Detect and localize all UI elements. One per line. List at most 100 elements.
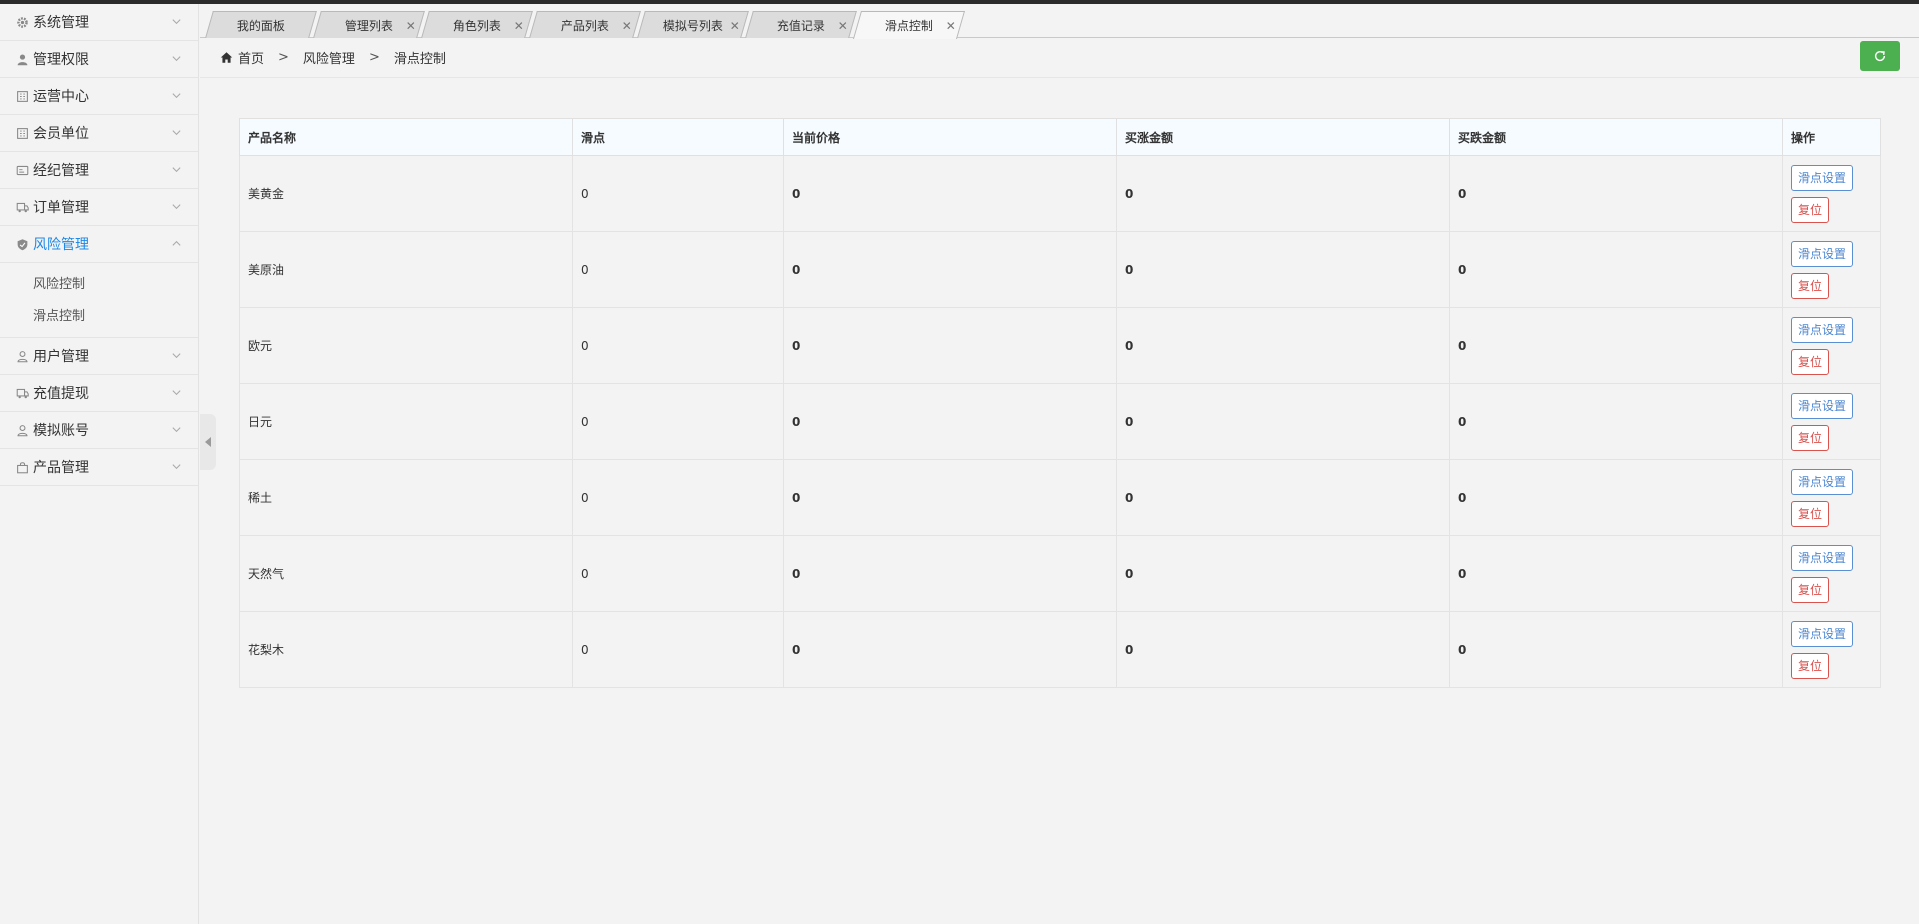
cell-product-name: 美原油 — [239, 231, 573, 308]
tab-recharge-records[interactable]: 充值记录 ✕ — [745, 11, 857, 38]
slippage-settings-button[interactable]: 滑点设置 — [1791, 620, 1854, 647]
sidebar-item-label: 订单管理 — [33, 200, 89, 216]
chevron-down-icon — [172, 464, 181, 470]
chevron-down-icon — [172, 353, 181, 359]
breadcrumb-home[interactable]: 首页 — [238, 48, 264, 67]
cell-slippage: 0 — [572, 611, 784, 688]
submenu-item-slippage-control[interactable]: 滑点控制 — [0, 301, 198, 333]
close-icon[interactable]: ✕ — [838, 19, 848, 33]
tab-slippage-control[interactable]: 滑点控制 ✕ — [852, 11, 966, 39]
sidebar-item-member-units[interactable]: 会员单位 — [0, 115, 198, 152]
reset-button[interactable]: 复位 — [1791, 500, 1830, 527]
table-row: 欧元 0 0 0 0 滑点设置 复位 — [239, 307, 1881, 384]
cell-slippage: 0 — [572, 459, 784, 536]
sidebar-item-permissions[interactable]: 管理权限 — [0, 41, 198, 78]
risk-submenu: 风险控制 滑点控制 — [0, 263, 198, 338]
sidebar-item-products[interactable]: 产品管理 — [0, 449, 198, 486]
reset-button[interactable]: 复位 — [1791, 576, 1830, 603]
cell-slippage: 0 — [572, 155, 784, 232]
slippage-settings-button[interactable]: 滑点设置 — [1791, 468, 1854, 495]
column-header-buy-down-amount: 买跌金额 — [1449, 118, 1783, 156]
chevron-down-icon — [172, 93, 181, 99]
close-icon[interactable]: ✕ — [730, 19, 740, 33]
submenu-item-risk-control[interactable]: 风险控制 — [0, 269, 198, 301]
table-header-row: 产品名称 滑点 当前价格 买涨金额 买跌金额 操作 — [239, 118, 1881, 156]
gear-icon — [15, 15, 29, 29]
close-icon[interactable]: ✕ — [622, 19, 632, 33]
close-icon[interactable]: ✕ — [406, 19, 416, 33]
sidebar-item-risk[interactable]: 风险管理 — [0, 226, 198, 263]
cell-buy-down-amount: 0 — [1449, 383, 1783, 460]
sidebar-item-system[interactable]: 系统管理 — [0, 4, 198, 41]
reset-button[interactable]: 复位 — [1791, 424, 1830, 451]
reset-button[interactable]: 复位 — [1791, 196, 1830, 223]
table-row: 美原油 0 0 0 0 滑点设置 复位 — [239, 231, 1881, 308]
cell-buy-down-amount: 0 — [1449, 611, 1783, 688]
refresh-button[interactable] — [1860, 41, 1900, 71]
column-header-actions: 操作 — [1782, 118, 1881, 156]
slippage-settings-button[interactable]: 滑点设置 — [1791, 240, 1854, 267]
close-icon[interactable]: ✕ — [946, 19, 956, 33]
sidebar-item-label: 充值提现 — [33, 386, 89, 402]
cell-buy-up-amount: 0 — [1116, 611, 1450, 688]
truck-icon — [15, 200, 29, 214]
tab-dashboard[interactable]: 我的面板 — [205, 11, 317, 38]
table-row: 天然气 0 0 0 0 滑点设置 复位 — [239, 535, 1881, 612]
sidebar-item-demo-accounts[interactable]: 模拟账号 — [0, 412, 198, 449]
sidebar-item-label: 运营中心 — [33, 89, 89, 105]
tab-label: 滑点控制 — [884, 19, 933, 33]
slippage-table: 产品名称 滑点 当前价格 买涨金额 买跌金额 操作 美黄金 0 0 0 0 滑点… — [239, 118, 1881, 688]
tab-label: 管理列表 — [344, 18, 393, 33]
triangle-left-icon — [205, 437, 211, 447]
cell-actions: 滑点设置 复位 — [1782, 307, 1881, 384]
sidebar-item-users[interactable]: 用户管理 — [0, 338, 198, 375]
cell-buy-down-amount: 0 — [1449, 155, 1783, 232]
column-header-product-name: 产品名称 — [239, 118, 573, 156]
reset-button[interactable]: 复位 — [1791, 652, 1830, 679]
breadcrumb-separator: > — [278, 50, 289, 65]
close-icon[interactable]: ✕ — [514, 19, 524, 33]
cell-product-name: 日元 — [239, 383, 573, 460]
breadcrumb-section[interactable]: 风险管理 — [303, 48, 355, 67]
tab-label: 角色列表 — [452, 18, 501, 33]
chevron-down-icon — [172, 56, 181, 62]
tab-label: 模拟号列表 — [662, 18, 723, 33]
cell-current-price: 0 — [783, 383, 1117, 460]
cell-product-name: 美黄金 — [239, 155, 573, 232]
reset-button[interactable]: 复位 — [1791, 348, 1830, 375]
cell-actions: 滑点设置 复位 — [1782, 383, 1881, 460]
tab-label: 充值记录 — [776, 18, 825, 33]
cell-buy-down-amount: 0 — [1449, 231, 1783, 308]
sidebar-item-orders[interactable]: 订单管理 — [0, 189, 198, 226]
reset-button[interactable]: 复位 — [1791, 272, 1830, 299]
tab-label: 我的面板 — [236, 18, 285, 33]
refresh-icon — [1874, 50, 1886, 62]
sidebar-item-operations-center[interactable]: 运营中心 — [0, 78, 198, 115]
cell-product-name: 稀土 — [239, 459, 573, 536]
cell-actions: 滑点设置 复位 — [1782, 231, 1881, 308]
chevron-down-icon — [172, 204, 181, 210]
tab-product-list[interactable]: 产品列表 ✕ — [529, 11, 641, 38]
table-row: 日元 0 0 0 0 滑点设置 复位 — [239, 383, 1881, 460]
user-outline-icon — [15, 423, 29, 437]
bag-icon — [15, 460, 29, 474]
slippage-settings-button[interactable]: 滑点设置 — [1791, 392, 1854, 419]
truck-icon — [15, 386, 29, 400]
slippage-settings-button[interactable]: 滑点设置 — [1791, 316, 1854, 343]
sidebar-collapse-handle[interactable] — [200, 414, 216, 470]
cell-current-price: 0 — [783, 611, 1117, 688]
cell-buy-down-amount: 0 — [1449, 307, 1783, 384]
breadcrumb-current: 滑点控制 — [393, 52, 446, 67]
cell-slippage: 0 — [572, 383, 784, 460]
sidebar-item-label: 会员单位 — [33, 126, 89, 142]
slippage-settings-button[interactable]: 滑点设置 — [1791, 544, 1854, 571]
sidebar-item-recharge-withdraw[interactable]: 充值提现 — [0, 375, 198, 412]
cell-buy-up-amount: 0 — [1116, 155, 1450, 232]
tab-admin-list[interactable]: 管理列表 ✕ — [313, 11, 425, 38]
tab-role-list[interactable]: 角色列表 ✕ — [421, 11, 533, 38]
tab-demo-list[interactable]: 模拟号列表 ✕ — [637, 11, 749, 38]
chevron-up-icon — [172, 240, 181, 246]
sidebar-item-broker[interactable]: 经纪管理 — [0, 152, 198, 189]
cell-current-price: 0 — [783, 307, 1117, 384]
slippage-settings-button[interactable]: 滑点设置 — [1791, 164, 1854, 191]
